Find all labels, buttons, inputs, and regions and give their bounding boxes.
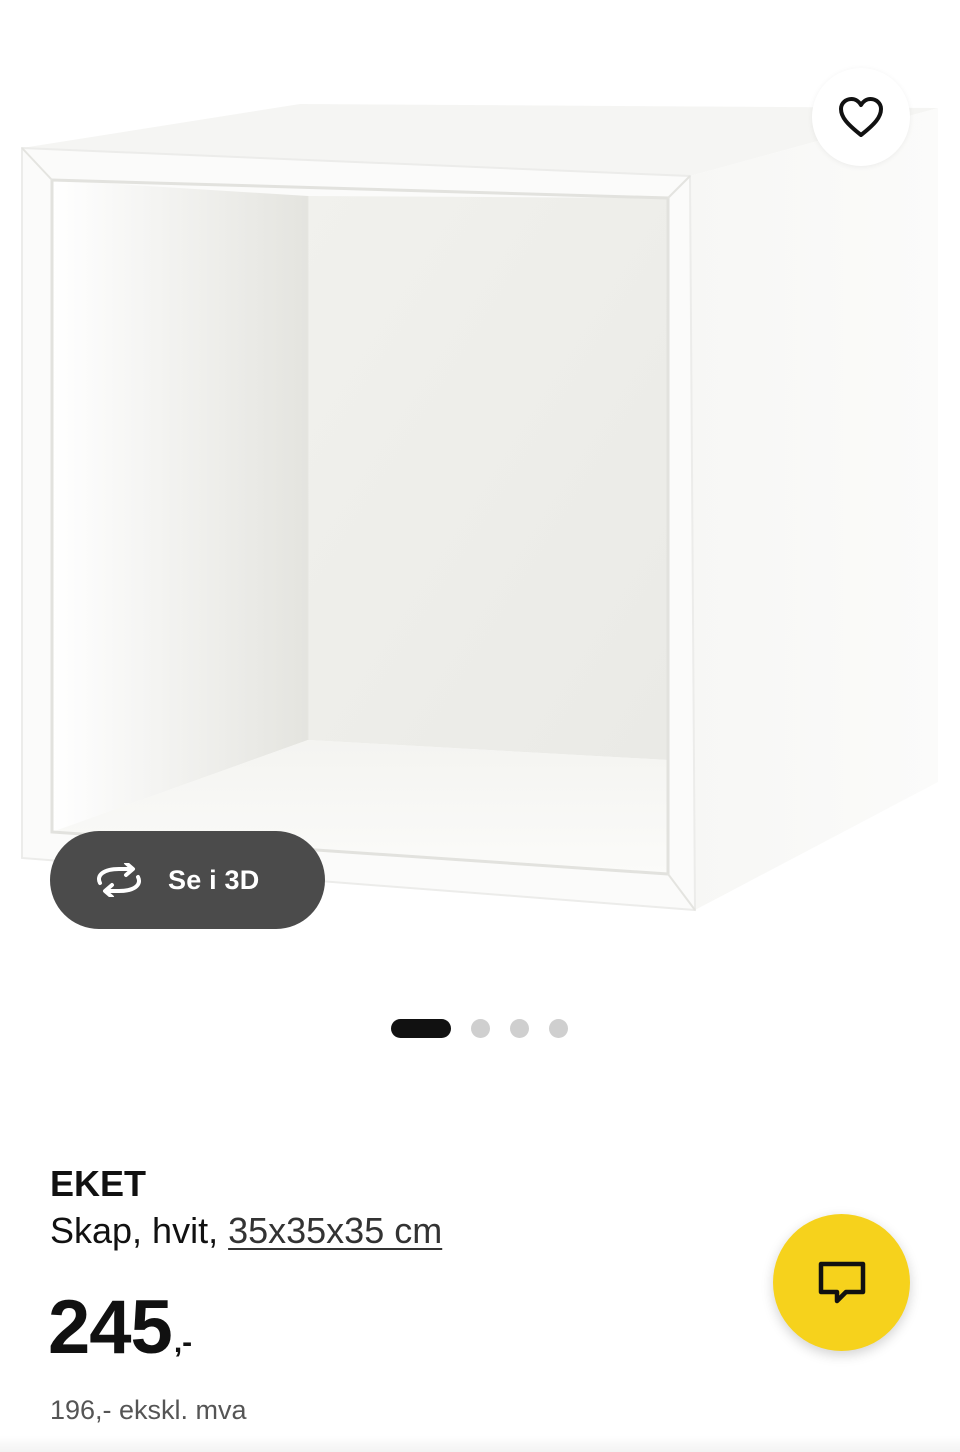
pagination-dot-active[interactable] [391, 1018, 451, 1038]
favorite-button[interactable] [812, 68, 910, 166]
heart-outline-icon [839, 97, 883, 137]
chat-button[interactable] [773, 1214, 910, 1351]
product-name: EKET [50, 1163, 147, 1204]
product-size-link[interactable]: 35x35x35 cm [228, 1210, 442, 1251]
product-image-gallery[interactable]: Se i 3D [0, 0, 960, 990]
price-amount: 245 [48, 1285, 173, 1370]
price-suffix: ,- [173, 1326, 193, 1359]
chat-bubble-icon [818, 1261, 865, 1303]
view-in-3d-label: Se i 3D [168, 864, 260, 895]
product-description: Skap, hvit, 35x35x35 cm [50, 1210, 442, 1252]
product-description-text: Skap, hvit, [50, 1210, 229, 1251]
view-in-3d-button[interactable]: Se i 3D [50, 831, 325, 929]
pagination-dot[interactable] [471, 1018, 490, 1038]
pagination-dot[interactable] [510, 1018, 529, 1038]
gallery-pagination [391, 1017, 568, 1039]
rotate-3d-icon [92, 863, 146, 897]
pagination-dot[interactable] [549, 1018, 568, 1038]
product-price: 245 ,- [48, 1290, 192, 1366]
price-excluding-vat: 196,- ekskl. mva [50, 1395, 247, 1425]
bottom-edge [0, 1436, 960, 1452]
